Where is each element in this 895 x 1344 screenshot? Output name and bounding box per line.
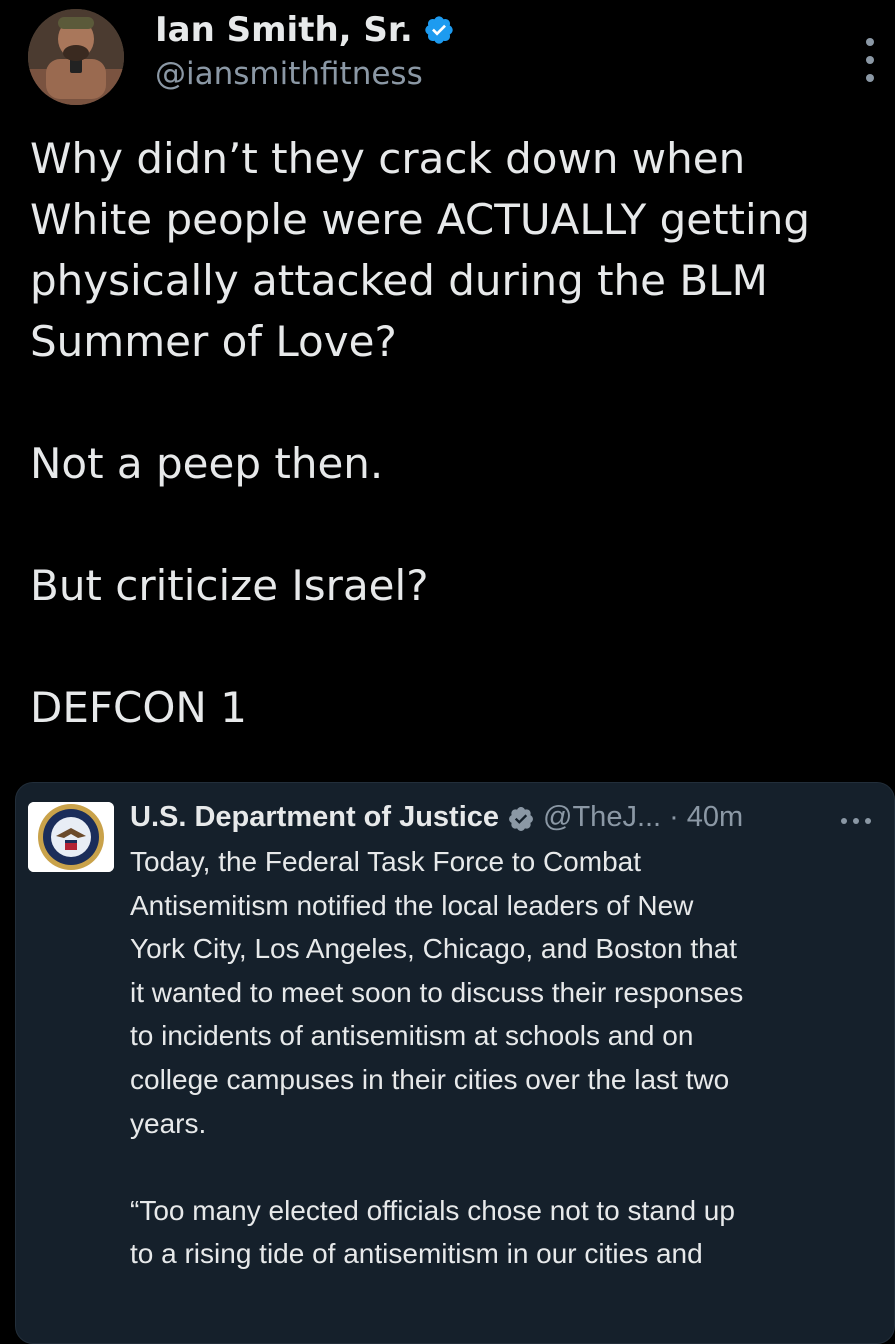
quoted-author-name[interactable]: U.S. Department of Justice — [130, 797, 499, 837]
quoted-tweet-header: U.S. Department of Justice @TheJ... · 40… — [130, 797, 743, 837]
tweet-text: Why didn’t they crack down when White pe… — [30, 134, 810, 732]
author-handle[interactable]: @iansmithfitness — [155, 56, 423, 92]
author-name-row[interactable]: Ian Smith, Sr. — [155, 10, 455, 50]
quoted-time[interactable]: 40m — [687, 797, 743, 837]
more-horizontal-icon[interactable] — [838, 812, 878, 824]
verified-badge-icon — [423, 14, 455, 46]
quoted-author-handle[interactable]: @TheJ... — [543, 797, 661, 837]
quoted-separator: · — [669, 801, 679, 833]
quoted-tweet-text: Today, the Federal Task Force to Combat … — [130, 846, 744, 1270]
quoted-verified-badge-icon — [507, 803, 535, 831]
tweet-header: Ian Smith, Sr. @iansmithfitness — [0, 0, 895, 120]
author-name[interactable]: Ian Smith, Sr. — [155, 10, 413, 50]
more-vertical-icon[interactable] — [858, 30, 882, 90]
avatar-image — [28, 9, 124, 105]
doj-seal-logo — [28, 802, 114, 872]
author-avatar[interactable] — [28, 9, 124, 105]
